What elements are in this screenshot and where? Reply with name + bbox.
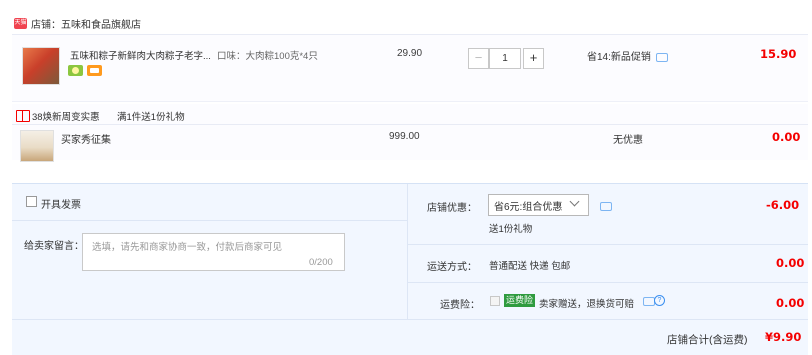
shipping-method-value: 普通配送 快递 包邮 [489,261,571,272]
tmall-badge-icon: 天猫 [14,18,27,29]
help-icon[interactable]: ? [654,295,665,306]
shipping-method-label: 运送方式： [427,262,477,273]
quantity-input[interactable]: 1 [489,48,521,69]
invoice-label[interactable]: 开具发票 [41,196,81,211]
gift-thumbnail[interactable] [20,130,54,162]
invoice-checkbox[interactable] [26,196,37,207]
panel-divider [408,244,808,245]
discount-chat-icon[interactable] [600,202,612,211]
message-char-count: 0/200 [309,257,333,268]
item-promotion: 省14:新品促销 [587,52,651,63]
store-name-link[interactable]: 店铺：五味和食品旗舰店 [31,16,141,31]
insurance-fee: 0.00 [776,296,805,310]
shipping-insurance-tag: 运费险 [504,294,536,307]
store-discount-label: 店铺优惠： [427,203,477,214]
quantity-decrease-button[interactable]: − [468,48,489,69]
promo-chat-icon[interactable] [656,53,668,62]
panel-divider [408,282,808,283]
quantity-increase-button[interactable]: + [523,48,544,69]
store-total-amount: ¥9.90 [765,330,802,344]
store-discount-selected[interactable]: 省6元:组合优惠 [494,198,562,213]
gift-subtotal: 0.00 [772,130,801,144]
gift-icon [16,110,30,122]
card-payment-icon [87,65,102,76]
seller-message-label: 给卖家留言： [24,241,84,252]
gift-unit-price: 999.00 [389,131,420,142]
gift-promotion: 无优惠 [613,135,643,146]
product-title-link[interactable]: 五味和粽子新鲜肉大肉粽子老字... [70,48,211,62]
service-badge-icon [68,65,83,76]
store-total-label: 店铺合计(含运费) [667,334,748,346]
gift-campaign-label: 38焕新周变实惠 [32,112,100,123]
gift-divider [12,124,808,125]
discount-gift-note: 送1份礼物 [489,224,533,235]
order-item-row [12,34,808,102]
shipping-insurance-text: 卖家赠送，退换货可赔 [539,299,635,310]
panel-divider [12,220,407,221]
seller-message-placeholder: 选填，请先和商家协商一致，付款后商家可见 [92,242,283,253]
discount-amount: -6.00 [766,198,800,212]
product-thumbnail[interactable] [22,47,60,85]
product-option: 口味：大肉粽100克*4只 [217,51,318,62]
shipping-insurance-label: 运费险： [440,300,480,311]
gift-rule: 满1件送1份礼物 [117,112,185,123]
panel-divider [12,319,808,320]
panel-divider [407,184,408,319]
item-subtotal: 15.90 [760,47,797,61]
gift-item-title[interactable]: 买家秀征集 [61,131,111,146]
shipping-insurance-checkbox[interactable] [490,296,500,306]
shipping-fee: 0.00 [776,256,805,270]
unit-price: 29.90 [397,48,423,59]
